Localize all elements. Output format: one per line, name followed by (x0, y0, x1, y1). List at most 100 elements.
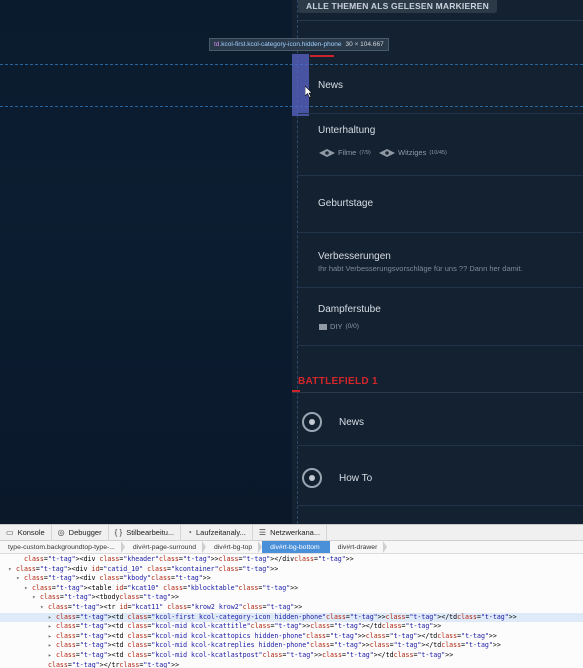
breadcrumb-item[interactable]: div#rt-page-surround (125, 541, 207, 553)
category-description: Ihr habt Verbesserungsvorschläge für uns… (318, 264, 523, 273)
dom-node-text: class="t-tag"><div id="catid_10" class="… (16, 564, 279, 573)
tab-console[interactable]: ▭ Konsole (0, 524, 52, 541)
network-icon: ☰ (258, 528, 267, 537)
dom-node-text: class="t-tag"><tr id="kcat11" class="kro… (48, 602, 303, 611)
divider (298, 345, 583, 346)
collapse-icon[interactable]: ▾ (40, 603, 48, 613)
divider (298, 505, 583, 506)
forum-row-how-to[interactable]: How To (302, 467, 372, 489)
devtools-panel: ▭ Konsole ◎ Debugger { } Stilbearbeitu... ◔… (0, 524, 583, 668)
subforum-icon (319, 148, 335, 157)
divider (298, 232, 583, 233)
divider (298, 20, 583, 21)
divider (292, 392, 583, 393)
dom-node[interactable]: ▸ class="t-tag"><td class="kcol-mid kcol-… (0, 622, 583, 632)
mark-all-read-button[interactable]: ALLE THEMEN ALS GELESEN MARKIEREN (298, 0, 497, 13)
collapse-icon[interactable]: ▾ (16, 574, 24, 584)
collapse-icon[interactable]: ▾ (32, 593, 40, 603)
expand-icon[interactable]: ▸ (48, 641, 56, 651)
dom-node-text: class="t-tag"></trclass="t-tag">> (48, 660, 180, 668)
breadcrumb-item[interactable]: div#rt-bg-top (206, 541, 263, 553)
subforum-count: (10/45) (429, 149, 447, 156)
folder-icon (319, 323, 327, 330)
performance-icon: ◔ (187, 528, 192, 537)
subforum-filme[interactable]: Filme (7/9) (319, 148, 371, 157)
tooltip-size: 30 × 104.667 (345, 41, 384, 48)
background-area (0, 0, 292, 524)
category-title-geburtstage[interactable]: Geburtstage (318, 198, 373, 209)
dom-node[interactable]: class="t-tag"><div class="kheader"class=… (0, 555, 583, 565)
forum-title: How To (339, 472, 373, 484)
dom-node[interactable]: ▸ class="t-tag"><td class="kcol-mid kcol-… (0, 651, 583, 661)
accent-marker (310, 55, 334, 57)
dom-node-text: class="t-tag"><td class="kcol-mid kcol-k… (56, 631, 497, 640)
category-title-unterhaltung[interactable]: Unterhaltung (318, 125, 375, 136)
dom-node-text: class="t-tag"><div class="kbody"class="t… (24, 574, 211, 583)
dom-node-text: class="t-tag"><tbodyclass="t-tag">> (40, 593, 180, 602)
dom-node[interactable]: ▸ class="t-tag"><td class="kcol-mid kcol-… (0, 641, 583, 651)
category-title-news[interactable]: News (318, 80, 343, 91)
expand-icon[interactable]: ▸ (48, 622, 56, 632)
subforum-label: DIY (330, 322, 343, 331)
tooltip-classes: .kcol-first.kcol-category-icon.hidden-ph… (219, 41, 342, 48)
subforum-label: Filme (338, 148, 357, 157)
divider (298, 175, 583, 176)
tab-label: Stilbearbeitu... (126, 528, 175, 537)
inspector-tooltip: td.kcol-first.kcol-category-icon.hidden-… (209, 38, 389, 51)
category-title-dampferstube[interactable]: Dampferstube (318, 304, 381, 315)
dom-node[interactable]: ▾ class="t-tag"><div id="catid_10" class=… (0, 565, 583, 575)
expand-icon[interactable]: ▸ (48, 632, 56, 642)
tab-network[interactable]: ☰ Netzwerkana... (253, 524, 328, 541)
style-editor-icon: { } (114, 528, 123, 537)
section-title: BATTLEFIELD 1 (298, 376, 378, 387)
breadcrumb: type-custom.backgroundtop-type-... div#r… (0, 541, 583, 554)
dom-node[interactable]: class="t-tag"></trclass="t-tag">> (0, 661, 583, 668)
forum-status-icon (302, 468, 322, 488)
dom-node-text: class="t-tag"><div class="kheader"class=… (24, 555, 354, 563)
dom-node[interactable]: ▾ class="t-tag"><div class="kbody"class="… (0, 574, 583, 584)
forum-title: News (339, 416, 365, 428)
breadcrumb-item-active[interactable]: div#rt-bg-bottom (262, 541, 330, 553)
console-icon: ▭ (6, 528, 14, 537)
subforum-diy[interactable]: DIY (0/0) (319, 322, 359, 331)
dom-node-text: class="t-tag"><td class="kcol-mid kcol-k… (56, 650, 454, 659)
subforum-witziges[interactable]: Witziges (10/45) (379, 148, 447, 157)
collapse-icon[interactable]: ▾ (24, 584, 32, 594)
tab-label: Netzwerkana... (270, 528, 321, 537)
dom-node[interactable]: ▸ class="t-tag"><td class="kcol-first kco… (0, 612, 583, 623)
forum-row-news[interactable]: News (302, 411, 364, 433)
subforum-count: (7/9) (359, 149, 371, 156)
divider (298, 113, 583, 114)
subforum-count: (0/0) (345, 323, 359, 330)
breadcrumb-item[interactable]: type-custom.backgroundtop-type-... (0, 541, 125, 553)
dom-node[interactable]: ▸ class="t-tag"><td class="kcol-mid kcol-… (0, 632, 583, 642)
mouse-cursor-icon (305, 86, 313, 98)
tab-label: Laufzeitanaly... (195, 528, 246, 537)
inspected-element-highlight (292, 54, 309, 116)
collapse-icon[interactable]: ▾ (8, 565, 16, 575)
dom-node-text: class="t-tag"><td class="kcol-mid kcol-k… (56, 641, 501, 650)
tab-debugger[interactable]: ◎ Debugger (52, 524, 109, 541)
tab-label: Konsole (17, 528, 45, 537)
tab-label: Debugger (68, 528, 102, 537)
debugger-icon: ◎ (57, 528, 65, 537)
breadcrumb-item[interactable]: div#rt-drawer (330, 541, 388, 553)
divider (298, 287, 583, 288)
divider (298, 445, 583, 446)
dom-node-text: class="t-tag"><td class="kcol-mid kcol-k… (56, 622, 442, 631)
forum-status-icon (302, 412, 322, 432)
devtools-toolbar: ▭ Konsole ◎ Debugger { } Stilbearbeitu... ◔… (0, 524, 583, 541)
subforum-label: Witziges (398, 148, 427, 157)
dom-node[interactable]: ▾ class="t-tag"><table id="kcat10" class=… (0, 584, 583, 594)
subforum-icon (379, 148, 395, 157)
tab-performance[interactable]: ◔ Laufzeitanaly... (181, 524, 253, 541)
dom-node-text: class="t-tag"><table id="kcat10" class="… (32, 583, 299, 592)
expand-icon[interactable]: ▸ (48, 613, 56, 623)
dom-node[interactable]: ▾ class="t-tag"><tr id="kcat11" class="kr… (0, 603, 583, 613)
category-title-verbesserungen[interactable]: Verbesserungen (318, 251, 391, 262)
dom-tree: class="t-tag"><div class="kheader"class=… (0, 554, 583, 668)
dom-node[interactable]: ▾ class="t-tag"><tbodyclass="t-tag">> (0, 593, 583, 603)
dom-node-text: class="t-tag"><td class="kcol-first kcol… (56, 612, 517, 621)
expand-icon[interactable]: ▸ (48, 651, 56, 661)
tab-style-editor[interactable]: { } Stilbearbeitu... (109, 524, 182, 541)
